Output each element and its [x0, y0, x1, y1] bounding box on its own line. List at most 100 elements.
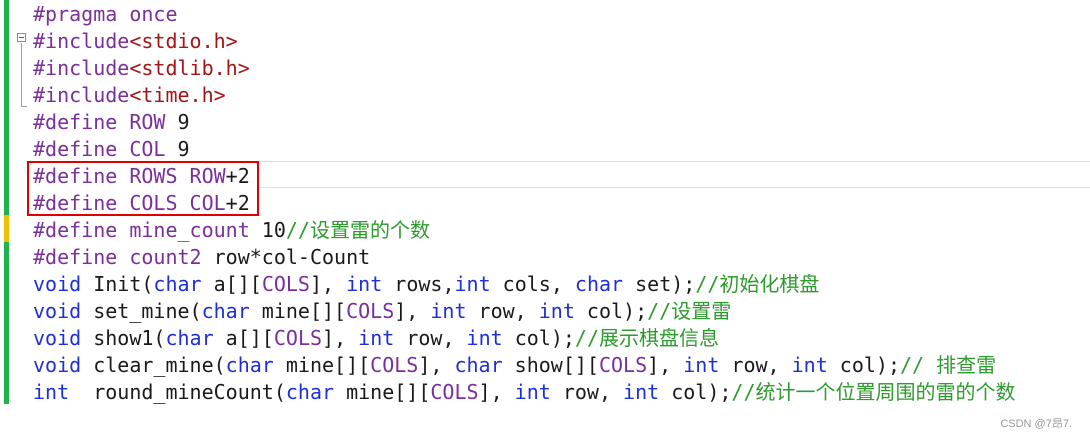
code-line[interactable]: void Init(char a[][COLS], int rows,int c… — [33, 271, 1016, 298]
code-token: int — [538, 299, 575, 323]
code-token: mine[][ — [273, 353, 371, 377]
code-token: 9 — [165, 110, 190, 134]
code-token: col); — [574, 299, 648, 323]
code-token: char — [165, 326, 214, 350]
editor-gutter — [0, 0, 14, 441]
code-token: row, — [719, 353, 792, 377]
code-token: ], — [418, 353, 455, 377]
code-token: char — [153, 272, 202, 296]
code-token: #pragma once — [33, 2, 178, 26]
code-token: COLS — [261, 272, 310, 296]
code-token: show1( — [81, 326, 166, 350]
code-token: col); — [502, 326, 575, 350]
code-token: #include — [33, 83, 130, 107]
code-token: COL — [129, 137, 166, 161]
code-token: Init( — [81, 272, 154, 296]
code-editor[interactable]: #pragma once #include<stdio.h> #include<st… — [0, 0, 1090, 441]
code-token: row, — [550, 380, 624, 404]
code-token: row*col-Count — [201, 245, 371, 269]
code-token: COLS — [598, 353, 648, 377]
code-token: ], — [309, 272, 347, 296]
code-token: col); — [659, 380, 732, 404]
code-line[interactable]: #define count2 row*col-Count — [33, 244, 1016, 271]
code-token: row, — [394, 326, 467, 350]
code-token: int — [683, 353, 720, 377]
code-token: char — [201, 299, 250, 323]
code-token: int — [514, 380, 551, 404]
change-bar-green-bottom — [4, 242, 9, 404]
code-token: //设置雷的个数 — [285, 218, 430, 242]
code-token: void — [33, 353, 82, 377]
code-token: COLS — [430, 380, 479, 404]
code-token: <stdio.h> — [129, 29, 238, 53]
code-token: a[][ — [201, 272, 262, 296]
code-token: <stdlib.h> — [129, 56, 250, 80]
code-token: //初始化棋盘 — [695, 272, 820, 296]
code-line[interactable]: int round_mineCount(char mine[][COLS], i… — [33, 379, 1016, 406]
code-token: int — [33, 380, 70, 404]
code-line[interactable]: void clear_mine(char mine[][COLS], char … — [33, 352, 1016, 379]
code-line[interactable]: #include<time.h> — [33, 82, 1016, 109]
watermark: CSDN @7昂7. — [1000, 418, 1072, 430]
code-token: rows, — [382, 272, 455, 296]
code-token: int — [623, 380, 660, 404]
code-token: int — [358, 326, 395, 350]
code-token: 9 — [165, 137, 190, 161]
code-token: char — [225, 353, 274, 377]
code-token: show[][ — [502, 353, 599, 377]
code-token: <time.h> — [129, 83, 226, 107]
highlight-box — [27, 161, 259, 216]
code-token: //展示棋盘信息 — [574, 326, 719, 350]
code-token: void — [33, 326, 82, 350]
code-token: void — [33, 272, 82, 296]
code-token: ], — [647, 353, 684, 377]
fold-guide-end — [21, 106, 27, 107]
code-token: COLS — [273, 326, 323, 350]
code-line[interactable]: #define ROW 9 — [33, 109, 1016, 136]
code-line[interactable]: #include<stdlib.h> — [33, 55, 1016, 82]
fold-toggle-icon[interactable] — [17, 33, 26, 42]
code-token: char — [285, 380, 335, 404]
code-token: void — [33, 299, 82, 323]
code-token: #include — [33, 29, 130, 53]
code-token: int — [430, 299, 467, 323]
code-token: //统计一个位置周围的雷的个数 — [731, 380, 1016, 404]
code-line[interactable]: void set_mine(char mine[][COLS], int row… — [33, 298, 1016, 325]
change-bar-yellow — [4, 215, 9, 242]
code-token: int — [454, 272, 491, 296]
code-token: int — [346, 272, 383, 296]
code-token: round_mineCount( — [69, 380, 286, 404]
code-token: //设置雷 — [647, 299, 732, 323]
code-line[interactable]: #pragma once — [33, 1, 1016, 28]
code-token: // 排查雷 — [900, 353, 997, 377]
code-token: mine[][ — [334, 380, 431, 404]
code-token: char — [454, 353, 503, 377]
code-token: mine_count — [129, 218, 250, 242]
code-token: ], — [478, 380, 515, 404]
code-line[interactable]: void show1(char a[][COLS], int row, int … — [33, 325, 1016, 352]
code-token: clear_mine( — [81, 353, 226, 377]
fold-guide-line — [21, 43, 22, 106]
code-token: #define — [33, 110, 130, 134]
code-token: cols, — [490, 272, 575, 296]
code-token: set); — [623, 272, 696, 296]
code-token: #define — [33, 137, 130, 161]
code-token: count2 — [129, 245, 202, 269]
code-token: COLS — [346, 299, 395, 323]
code-token: 10 — [249, 218, 286, 242]
code-token: int — [466, 326, 503, 350]
code-token: ], — [322, 326, 359, 350]
code-token: #include — [33, 56, 130, 80]
code-token: a[][ — [213, 326, 274, 350]
code-token: #define — [33, 245, 130, 269]
code-line[interactable]: #define mine_count 10//设置雷的个数 — [33, 217, 1016, 244]
code-token: ], — [394, 299, 431, 323]
code-token: int — [791, 353, 828, 377]
code-token: mine[][ — [249, 299, 347, 323]
code-token: COLS — [370, 353, 419, 377]
code-token: #define — [33, 218, 130, 242]
code-line[interactable]: #include<stdio.h> — [33, 28, 1016, 55]
code-token: col); — [827, 353, 901, 377]
code-line[interactable]: #define COL 9 — [33, 136, 1016, 163]
code-token: row, — [466, 299, 539, 323]
